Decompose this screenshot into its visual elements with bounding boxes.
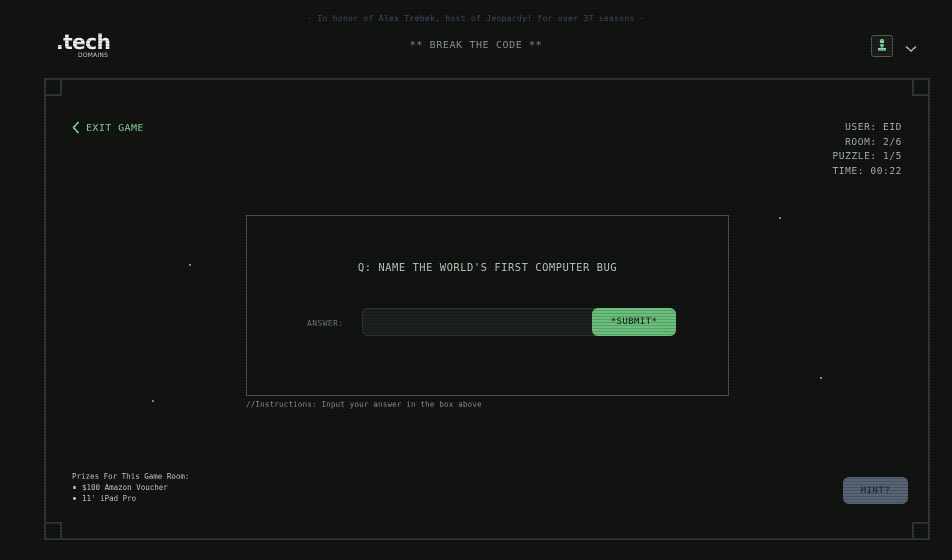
user-icon bbox=[876, 37, 888, 56]
frame-corner-bottom-left bbox=[44, 522, 62, 540]
exit-game-button[interactable]: EXIT GAME bbox=[72, 120, 144, 136]
puzzle-panel: Q: NAME THE WORLD'S FIRST COMPUTER BUG A… bbox=[246, 215, 729, 396]
user-menu-button[interactable] bbox=[871, 35, 893, 57]
prize-item: $100 Amazon Voucher bbox=[72, 482, 189, 493]
frame-corner-top-left bbox=[44, 78, 62, 96]
prizes-heading: Prizes For This Game Room: bbox=[72, 472, 190, 481]
tribute-banner: · In honor of Alex Trebek, host of Jeopa… bbox=[307, 14, 645, 23]
chevron-down-icon bbox=[905, 38, 917, 57]
submit-button[interactable]: *SUBMIT* bbox=[592, 308, 676, 336]
decorative-speck bbox=[820, 377, 822, 379]
answer-input[interactable] bbox=[363, 309, 593, 335]
stat-user: USER: EID bbox=[845, 122, 902, 133]
hint-button[interactable]: HINT? bbox=[843, 477, 908, 504]
stat-puzzle: PUZZLE: 1/5 bbox=[832, 151, 902, 162]
decorative-speck bbox=[189, 264, 191, 266]
game-stats: USER: EID ROOM: 2/6 PUZZLE: 1/5 TIME: 00… bbox=[832, 121, 902, 179]
prize-item: 11' iPad Pro bbox=[72, 493, 189, 504]
decorative-speck bbox=[779, 217, 781, 219]
exit-game-label: EXIT GAME bbox=[86, 122, 144, 134]
account-dropdown-toggle[interactable] bbox=[903, 39, 919, 55]
chevron-left-icon bbox=[72, 119, 80, 138]
stat-time: TIME: 00:22 bbox=[832, 165, 902, 177]
frame-corner-top-right bbox=[912, 78, 930, 96]
prizes-list: $100 Amazon Voucher 11' iPad Pro bbox=[72, 482, 189, 504]
page-title: ** BREAK THE CODE ** bbox=[409, 40, 543, 51]
stat-room: ROOM: 2/6 bbox=[845, 136, 902, 148]
instructions-text: //Instructions: Input your answer in the… bbox=[246, 400, 482, 409]
question-text: Q: NAME THE WORLD'S FIRST COMPUTER BUG bbox=[357, 262, 618, 274]
prizes-panel: Prizes For This Game Room: $100 Amazon V… bbox=[72, 471, 189, 504]
answer-label: ANSWER: bbox=[307, 319, 344, 328]
decorative-speck bbox=[152, 400, 154, 402]
frame-corner-bottom-right bbox=[912, 522, 930, 540]
logo-subtitle: DOMAINS bbox=[78, 52, 109, 59]
